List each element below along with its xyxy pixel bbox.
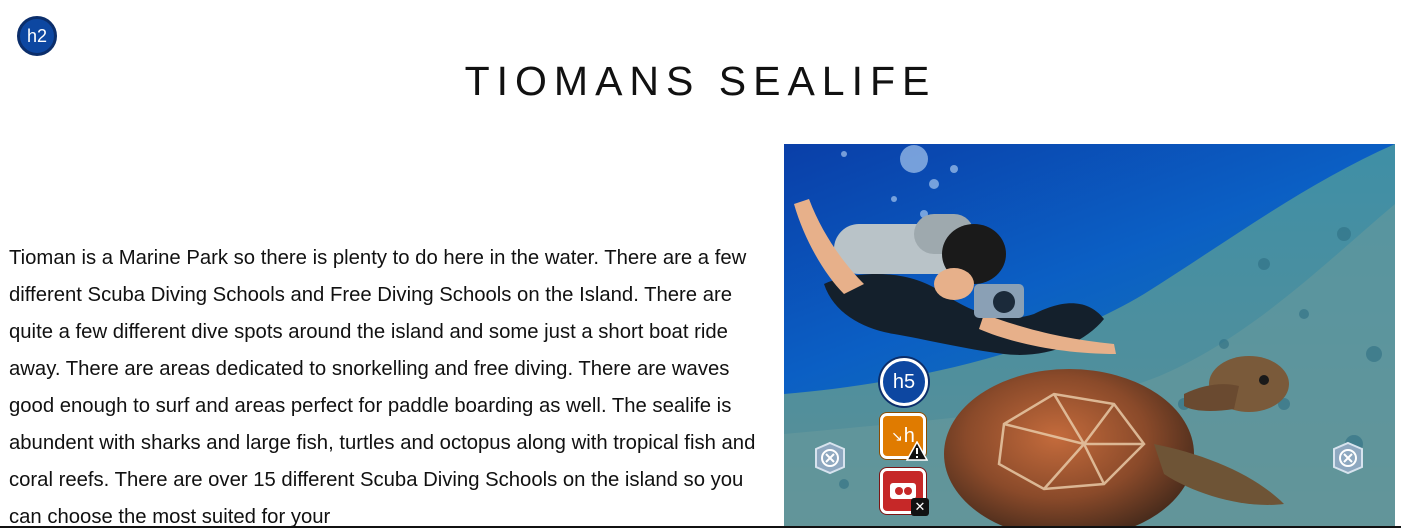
shield-close-icon[interactable] (1331, 441, 1365, 475)
heading-h2-badge[interactable]: h2 (17, 16, 57, 56)
body-paragraph: Tioman is a Marine Park so there is plen… (9, 247, 756, 528)
page-title: TIOMANS SEALIFE (464, 58, 937, 104)
close-icon[interactable]: ✕ (911, 498, 929, 516)
redirect-icon: ↘ (891, 427, 903, 444)
shield-close-icon[interactable] (813, 441, 847, 475)
heading-h5-badge[interactable]: h5 (880, 358, 928, 406)
sealife-photo (784, 144, 1395, 528)
warning-triangle-icon (905, 440, 929, 461)
